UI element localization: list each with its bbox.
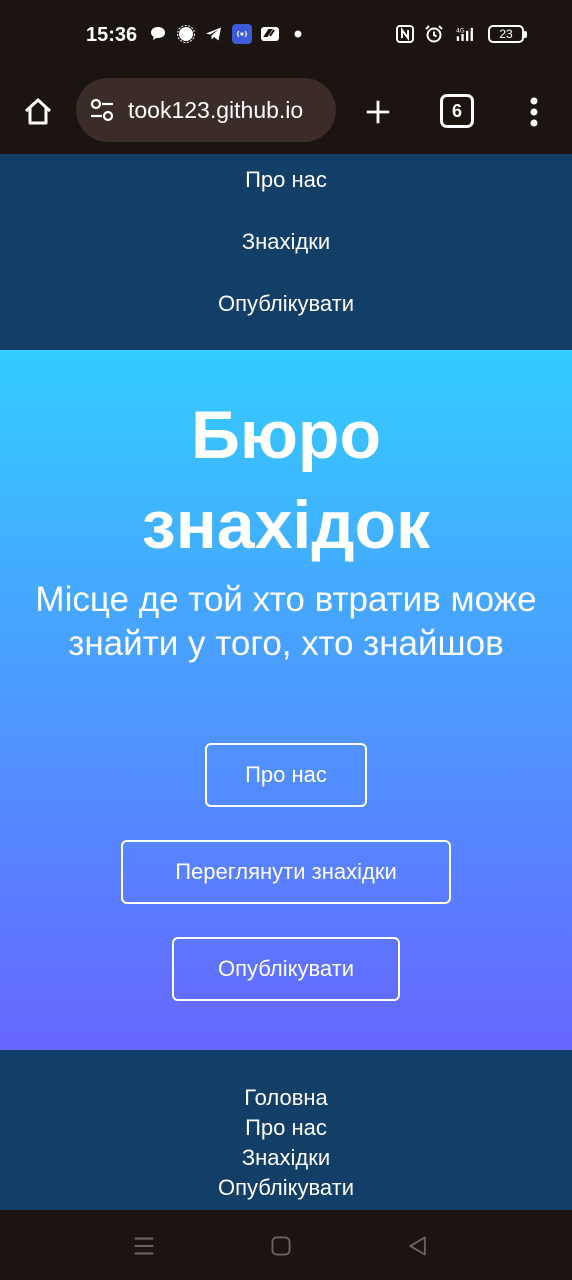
hero-section: Бюро знахідок Місце де той хто втратив м… — [0, 350, 572, 1050]
nfc-icon — [395, 24, 415, 44]
vpn-icon — [232, 24, 252, 44]
hero-title-line2: знахідок — [141, 487, 431, 563]
browser-toolbar: took123.github.io 6 — [0, 70, 572, 154]
footer-link-about[interactable]: Про нас — [0, 1113, 572, 1143]
footer-link-home[interactable]: Головна — [0, 1083, 572, 1113]
telegram-icon — [204, 24, 224, 44]
new-tab-button[interactable] — [354, 88, 402, 136]
web-page: Про нас Знахідки Опублікувати Бюро знахі… — [0, 154, 572, 1210]
publish-button[interactable]: Опублікувати — [172, 937, 400, 1001]
url-text: took123.github.io — [128, 96, 304, 123]
back-triangle-icon — [409, 1236, 426, 1256]
status-bar: 15:36 4G 23 — [0, 0, 572, 70]
system-icons: 4G 23 — [395, 24, 527, 44]
dot-icon — [288, 24, 308, 44]
plus-icon — [366, 100, 390, 124]
hero-subtitle: Місце де той хто втратив може знайти у т… — [35, 580, 537, 663]
tab-count: 6 — [451, 100, 462, 121]
home-icon — [24, 98, 52, 125]
chat-bubble-icon — [148, 24, 168, 44]
more-vert-icon — [530, 97, 538, 127]
system-navigation-bar — [0, 1210, 572, 1280]
signal-app-icon — [176, 24, 196, 44]
battery-level: 23 — [499, 27, 513, 41]
footer: Головна Про нас Знахідки Опублікувати — [0, 1050, 572, 1210]
notification-icons — [148, 24, 308, 44]
top-navigation: Про нас Знахідки Опублікувати — [0, 154, 572, 350]
footer-link-finds[interactable]: Знахідки — [0, 1143, 572, 1173]
nav-link-publish[interactable]: Опублікувати — [0, 291, 572, 317]
status-time: 15:36 — [86, 24, 138, 46]
nav-link-finds[interactable]: Знахідки — [0, 229, 572, 255]
home-nav-button[interactable] — [267, 1232, 295, 1260]
hero-title: Бюро знахідок — [0, 390, 572, 570]
back-nav-button[interactable] — [404, 1232, 432, 1260]
recent-apps-button[interactable] — [130, 1232, 158, 1260]
square-icon — [271, 1236, 291, 1256]
hero-title-line1: Бюро — [190, 397, 382, 473]
address-bar[interactable]: took123.github.io — [76, 78, 336, 142]
site-settings-icon[interactable] — [88, 96, 116, 124]
4g-signal-icon: 4G — [453, 24, 479, 44]
footer-link-publish[interactable]: Опублікувати — [0, 1173, 572, 1203]
view-finds-button[interactable]: Переглянути знахідки — [121, 840, 451, 904]
home-button[interactable] — [14, 88, 62, 136]
bank-app-icon — [260, 24, 280, 44]
battery-icon: 23 — [488, 25, 527, 43]
svg-text:4G: 4G — [456, 27, 465, 34]
menu-lines-icon — [134, 1237, 154, 1255]
nav-link-about[interactable]: Про нас — [0, 167, 572, 193]
overflow-menu-button[interactable] — [512, 88, 556, 136]
about-button[interactable]: Про нас — [205, 743, 367, 807]
tab-switcher-button[interactable]: 6 — [440, 94, 474, 128]
alarm-icon — [424, 24, 444, 44]
